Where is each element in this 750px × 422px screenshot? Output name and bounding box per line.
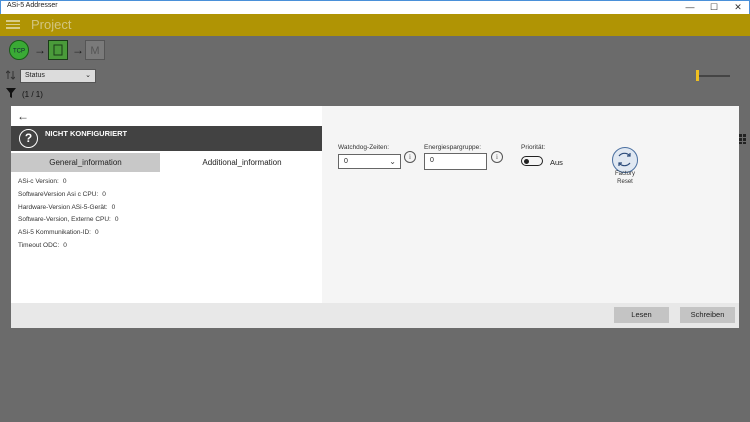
workflow-bar: TCP → → M bbox=[0, 36, 750, 64]
info-row: ASi-5 Kommunikation-ID: 0 bbox=[18, 229, 99, 237]
energy-input[interactable]: 0 bbox=[424, 153, 487, 170]
watchdog-select[interactable]: 0 ⌄ bbox=[338, 154, 401, 169]
minimize-button[interactable]: — bbox=[678, 1, 702, 14]
hamburger-icon[interactable] bbox=[6, 18, 20, 32]
factory-reset-label: Factory Reset bbox=[614, 171, 635, 185]
priority-state: Aus bbox=[550, 158, 563, 167]
tcp-step-label: TCP bbox=[13, 49, 25, 55]
status-toolbar: Status ⌄ bbox=[0, 64, 750, 144]
watchdog-label: Watchdog-Zeiten: bbox=[338, 144, 390, 151]
device-dialog: ← ? NICHT KONFIGURIERT General_informati… bbox=[11, 106, 739, 328]
window-titlebar: ASi-5 Addresser — ☐ ✕ bbox=[0, 0, 750, 14]
info-list: ASi-c Version: 0 SoftwareVersion Asi c CP… bbox=[18, 176, 118, 253]
write-button[interactable]: Schreiben bbox=[680, 307, 735, 323]
device-step-icon[interactable] bbox=[48, 40, 68, 60]
window-title: ASi-5 Addresser bbox=[7, 2, 58, 9]
page-title: Project bbox=[31, 17, 72, 32]
tab-general-information[interactable]: General_information bbox=[11, 153, 160, 172]
tab-additional-information[interactable]: Additional_information bbox=[166, 153, 318, 172]
energy-value: 0 bbox=[430, 157, 434, 164]
read-button[interactable]: Lesen bbox=[614, 307, 669, 323]
info-row: Hardware-Version ASi-5-Gerät: 0 bbox=[18, 203, 116, 211]
m-step-label: M bbox=[90, 45, 99, 57]
app-header: Project bbox=[0, 14, 750, 36]
dialog-left-panel: ← ? NICHT KONFIGURIERT General_informati… bbox=[11, 106, 322, 303]
status-select[interactable]: Status ⌄ bbox=[20, 69, 96, 83]
status-banner: ? NICHT KONFIGURIERT bbox=[11, 126, 322, 151]
toggle-knob bbox=[524, 158, 529, 164]
filter-row: (1 / 1) bbox=[0, 86, 750, 104]
info-row: Timeout ODC: 0 bbox=[18, 241, 67, 249]
maximize-button[interactable]: ☐ bbox=[702, 1, 726, 14]
status-select-value: Status bbox=[25, 72, 45, 79]
zoom-slider[interactable] bbox=[697, 75, 730, 77]
filter-count: (1 / 1) bbox=[22, 90, 43, 99]
watchdog-info-icon[interactable]: i bbox=[404, 151, 416, 163]
chevron-down-icon: ⌄ bbox=[85, 72, 91, 79]
chevron-down-icon: ⌄ bbox=[389, 157, 396, 166]
energy-label: Energiespargruppe: bbox=[424, 144, 482, 151]
filter-icon[interactable] bbox=[6, 88, 16, 98]
zoom-slider-thumb[interactable] bbox=[696, 70, 699, 81]
step-arrow-icon: → bbox=[34, 43, 46, 57]
energy-info-icon[interactable]: i bbox=[491, 151, 503, 163]
m-step-icon[interactable]: M bbox=[85, 40, 105, 60]
watchdog-value: 0 bbox=[344, 158, 348, 165]
tcp-step-icon[interactable]: TCP bbox=[9, 40, 29, 60]
close-button[interactable]: ✕ bbox=[726, 1, 750, 14]
info-row: Software-Version, Externe CPU: 0 bbox=[18, 216, 119, 224]
dialog-right-panel: Watchdog-Zeiten: 0 ⌄ i Energiespargruppe… bbox=[322, 106, 739, 308]
dialog-footer: Lesen Schreiben bbox=[11, 303, 739, 328]
info-row: ASi-c Version: 0 bbox=[18, 178, 67, 185]
back-arrow-icon[interactable]: ← bbox=[17, 109, 29, 123]
priority-label: Priorität: bbox=[521, 144, 546, 151]
status-text: NICHT KONFIGURIERT bbox=[45, 129, 128, 138]
sort-icon[interactable] bbox=[6, 70, 15, 80]
priority-toggle[interactable] bbox=[521, 156, 543, 166]
step-arrow-icon: → bbox=[72, 43, 84, 57]
info-row: SoftwareVersion Asi c CPU: 0 bbox=[18, 190, 106, 198]
question-icon: ? bbox=[19, 129, 38, 148]
